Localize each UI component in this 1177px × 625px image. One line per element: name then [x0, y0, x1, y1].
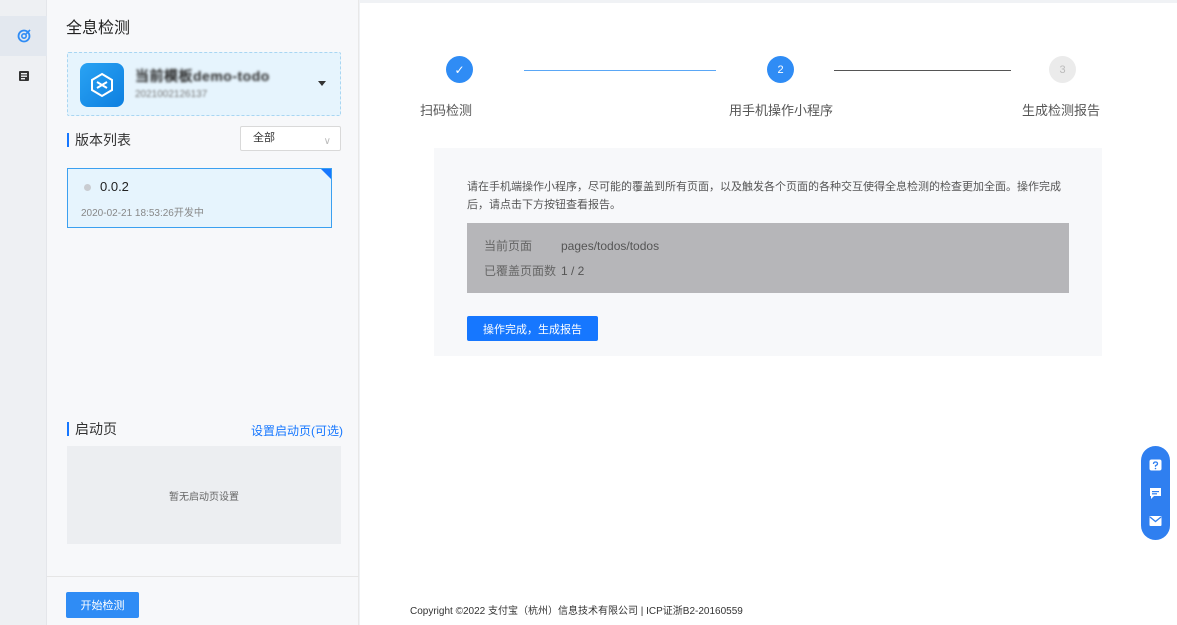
caret-down-icon: [318, 81, 326, 86]
detect-icon: [17, 29, 31, 43]
check-icon: ✓: [454, 62, 465, 77]
app-logo-icon: [91, 72, 113, 98]
copyright-footer: Copyright ©2022 支付宝（杭州）信息技术有限公司 | ICP证浙B…: [410, 606, 743, 617]
left-rail: [0, 0, 47, 625]
rail-item-detect[interactable]: [0, 16, 47, 56]
rail-item-reports[interactable]: [0, 56, 47, 96]
generate-report-button[interactable]: 操作完成，生成报告: [467, 316, 598, 341]
feedback-icon: [1149, 515, 1162, 526]
step-connector-1: [524, 70, 716, 71]
start-detect-button[interactable]: 开始检测: [66, 592, 139, 618]
launch-heading: 启动页: [67, 422, 117, 436]
app-selector[interactable]: 当前模板demo-todo 2021002126137: [67, 52, 341, 116]
step-2-marker: 2: [767, 56, 794, 83]
current-page-label: 当前页面: [484, 239, 533, 253]
launch-empty-text: 暂无启动页设置: [169, 491, 239, 503]
report-list-icon: [18, 71, 29, 81]
coverage-info-box: 当前页面 pages/todos/todos 已覆盖页面数 1 / 2: [467, 223, 1069, 293]
current-page-value: pages/todos/todos: [561, 239, 660, 253]
status-dot: [84, 184, 91, 191]
current-page-row: 当前页面 pages/todos/todos: [484, 237, 659, 254]
step-3-label: 生成检测报告: [1022, 103, 1101, 118]
divider: [47, 576, 359, 577]
chevron-down-icon: ∨: [323, 136, 331, 147]
app-id: 2021002126137: [135, 89, 208, 100]
help-button[interactable]: [1141, 452, 1170, 480]
sidebar: 全息检测 当前模板demo-todo 2021002126137 版本列表 全部…: [47, 0, 359, 625]
version-item[interactable]: 0.0.2 2020-02-21 18:53:26开发中: [67, 168, 332, 228]
floating-toolbar: [1141, 446, 1170, 540]
sidebar-title: 全息检测: [66, 20, 131, 37]
step-connector-2: [834, 70, 1011, 71]
operation-description: 请在手机端操作小程序，尽可能的覆盖到所有页面，以及触发各个页面的各种交互使得全息…: [467, 181, 1061, 211]
selected-corner-icon: [321, 169, 331, 179]
coverage-value: 1 / 2: [561, 264, 585, 278]
app-name: 当前模板demo-todo: [135, 68, 270, 84]
step-3-marker: 3: [1049, 56, 1076, 83]
coverage-row: 已覆盖页面数 1 / 2: [484, 262, 584, 279]
step-2-number: 2: [777, 63, 784, 76]
coverage-label: 已覆盖页面数: [484, 264, 557, 278]
step-1-done-icon: ✓: [446, 56, 473, 83]
help-icon: [1149, 459, 1162, 471]
chat-button[interactable]: [1141, 479, 1170, 507]
step-3-number: 3: [1059, 63, 1066, 76]
set-launch-page-link[interactable]: 设置启动页(可选): [251, 422, 343, 439]
main-panel: ✓ 扫码检测 2 用手机操作小程序 3 生成检测报告 请在手机端操作小程序，尽可…: [360, 3, 1177, 625]
version-filter-value: 全部: [253, 132, 275, 144]
operation-panel: 请在手机端操作小程序，尽可能的覆盖到所有页面，以及触发各个页面的各种交互使得全息…: [434, 148, 1102, 356]
step-2-label: 用手机操作小程序: [729, 103, 834, 118]
step-1-label: 扫码检测: [420, 103, 473, 118]
version-meta: 2020-02-21 18:53:26开发中: [81, 208, 204, 219]
version-number: 0.0.2: [100, 179, 129, 194]
version-filter-select[interactable]: 全部 ∨: [240, 126, 341, 151]
launch-empty-placeholder: 暂无启动页设置: [67, 446, 341, 544]
chat-icon: [1150, 487, 1161, 499]
version-list-heading: 版本列表: [67, 133, 131, 147]
feedback-button[interactable]: [1141, 506, 1170, 534]
app-logo: [80, 63, 124, 107]
